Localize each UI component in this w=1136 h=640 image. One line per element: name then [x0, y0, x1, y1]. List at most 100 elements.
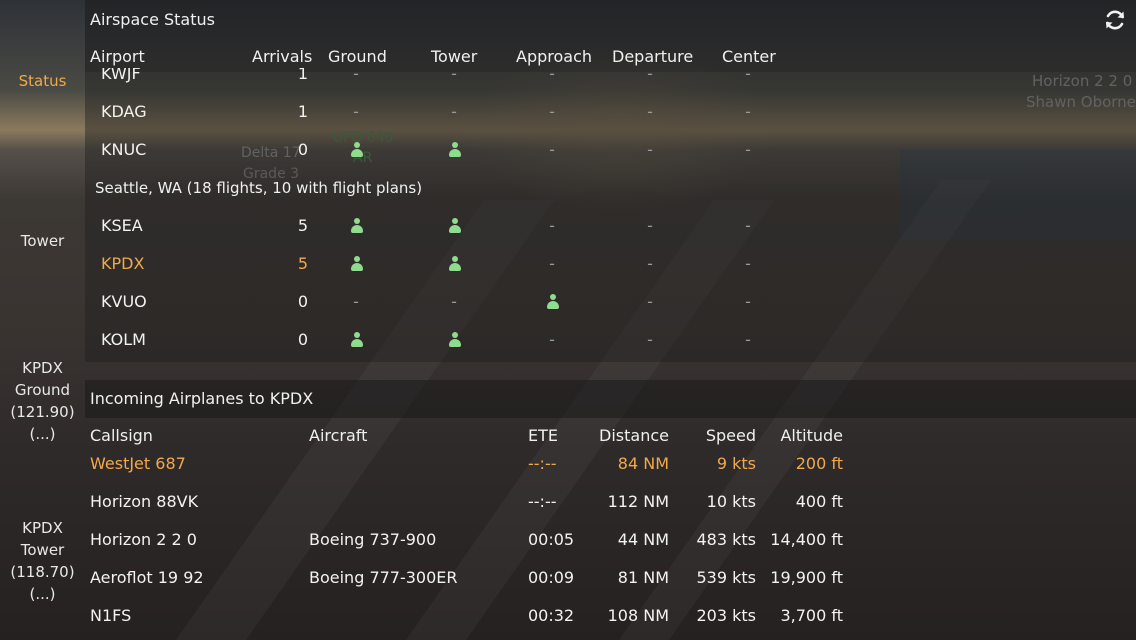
departure-status: -: [647, 102, 653, 121]
departure-status: -: [647, 254, 653, 273]
ground-controller-icon: [350, 256, 364, 272]
approach-status: -: [549, 330, 555, 349]
speed-value: 9 kts: [716, 454, 756, 473]
refresh-button[interactable]: [1103, 8, 1127, 32]
center-status: -: [745, 254, 751, 273]
sidebar-item-label: KPDX: [22, 359, 63, 377]
col-header-ground: Ground: [328, 47, 387, 66]
tower-controller-icon: [448, 218, 462, 234]
ground-status: -: [353, 102, 359, 121]
table-row[interactable]: WestJet 687 --:-- 84 NM 9 kts 200 ft: [85, 454, 865, 492]
ground-controller-icon: [350, 332, 364, 348]
col-header-speed: Speed: [705, 426, 756, 445]
sidebar-item-frequency: (121.90): [10, 403, 75, 421]
sidebar-item-status[interactable]: Status: [0, 70, 85, 92]
departure-status: -: [647, 216, 653, 235]
table-row[interactable]: Horizon 88VK --:-- 112 NM 10 kts 400 ft: [85, 492, 865, 530]
callsign: Aeroflot 19 92: [90, 568, 204, 587]
table-row[interactable]: N1FS 00:32 108 NM 203 kts 3,700 ft: [85, 606, 865, 640]
approach-status: -: [549, 140, 555, 159]
airport-code: KSEA: [101, 216, 143, 235]
col-header-distance: Distance: [599, 426, 669, 445]
callsign: WestJet 687: [90, 454, 186, 473]
airport-code: KWJF: [101, 68, 141, 83]
col-header-departure: Departure: [612, 47, 694, 66]
airport-code: KVUO: [101, 292, 147, 311]
table-row[interactable]: KNUC 0 - - -: [85, 140, 805, 178]
distance-value: 84 NM: [617, 454, 669, 473]
arrivals-count: 1: [297, 68, 308, 83]
table-row[interactable]: KPDX 5 - - -: [85, 254, 805, 292]
approach-status: -: [549, 254, 555, 273]
sidebar-item-kpdx-tower[interactable]: KPDX Tower (118.70) (...): [0, 517, 85, 605]
incoming-title: Incoming Airplanes to KPDX: [90, 389, 314, 408]
sidebar-item-label: Tower: [20, 232, 65, 250]
ete-value: --:--: [528, 454, 557, 473]
arrivals-count: 1: [297, 102, 308, 121]
center-status: -: [745, 68, 751, 83]
airport-code: KPDX: [101, 254, 145, 273]
arrivals-count: 0: [297, 140, 308, 159]
center-status: -: [745, 330, 751, 349]
sidebar-item-label: Ground: [14, 381, 71, 399]
departure-status: -: [647, 140, 653, 159]
approach-controller-icon: [546, 294, 560, 310]
ete-value: 00:05: [528, 530, 575, 549]
sidebar-item-label: Tower: [20, 541, 65, 559]
sidebar-item-more: (...): [29, 585, 56, 603]
tower-status: -: [451, 68, 457, 83]
tower-status: -: [451, 102, 457, 121]
table-row[interactable]: KWJF 1 - - - - -: [85, 68, 805, 102]
departure-status: -: [647, 330, 653, 349]
airport-code: KOLM: [101, 330, 146, 349]
airspace-header-band: [85, 0, 1136, 72]
approach-status: -: [549, 216, 555, 235]
main-panel: Airspace Status Airport Arrivals Ground …: [85, 0, 1136, 640]
table-row[interactable]: KSEA 5 - - -: [85, 216, 805, 254]
speed-value: 203 kts: [696, 606, 757, 625]
table-row[interactable]: KOLM 0 - - -: [85, 330, 805, 368]
airport-code: KDAG: [101, 102, 147, 121]
table-row[interactable]: KDAG 1 - - - - -: [85, 102, 805, 140]
region-label: Seattle, WA (18 flights, 10 with flight …: [95, 179, 423, 197]
center-status: -: [745, 216, 751, 235]
tower-status: -: [451, 292, 457, 311]
col-header-approach: Approach: [516, 47, 593, 66]
ete-value: --:--: [528, 492, 557, 511]
tower-controller-icon: [448, 142, 462, 158]
arrivals-count: 0: [297, 292, 308, 311]
airport-code: KNUC: [101, 140, 147, 159]
ground-status: -: [353, 292, 359, 311]
arrivals-count: 5: [297, 216, 308, 235]
sidebar-item-tower[interactable]: Tower: [0, 230, 85, 252]
altitude-value: 3,700 ft: [780, 606, 843, 625]
table-row[interactable]: Horizon 2 2 0 Boeing 737-900 00:05 44 NM…: [85, 530, 865, 568]
altitude-value: 14,400 ft: [770, 530, 843, 549]
speed-value: 539 kts: [696, 568, 757, 587]
aircraft-type: Boeing 737-900: [309, 530, 437, 549]
altitude-value: 200 ft: [795, 454, 843, 473]
speed-value: 10 kts: [706, 492, 756, 511]
tower-controller-icon: [448, 256, 462, 272]
ete-value: 00:09: [528, 568, 575, 587]
col-header-tower: Tower: [431, 47, 478, 66]
center-status: -: [745, 102, 751, 121]
arrivals-count: 5: [297, 254, 308, 273]
sidebar-item-kpdx-ground[interactable]: KPDX Ground (121.90) (...): [0, 357, 85, 445]
speed-value: 483 kts: [696, 530, 757, 549]
ground-controller-icon: [350, 142, 364, 158]
departure-status: -: [647, 68, 653, 83]
callsign: Horizon 88VK: [90, 492, 199, 511]
table-row[interactable]: Aeroflot 19 92 Boeing 777-300ER 00:09 81…: [85, 568, 865, 606]
table-row[interactable]: KVUO 0 - - - -: [85, 292, 805, 330]
col-header-aircraft: Aircraft: [309, 426, 368, 445]
col-header-altitude: Altitude: [780, 426, 843, 445]
distance-value: 108 NM: [607, 606, 669, 625]
aircraft-type: Boeing 777-300ER: [309, 568, 458, 587]
refresh-icon: [1106, 10, 1124, 30]
center-status: -: [745, 292, 751, 311]
sidebar-item-label: KPDX: [22, 519, 63, 537]
col-header-airport: Airport: [90, 47, 145, 66]
ete-value: 00:32: [528, 606, 575, 625]
distance-value: 112 NM: [607, 492, 669, 511]
